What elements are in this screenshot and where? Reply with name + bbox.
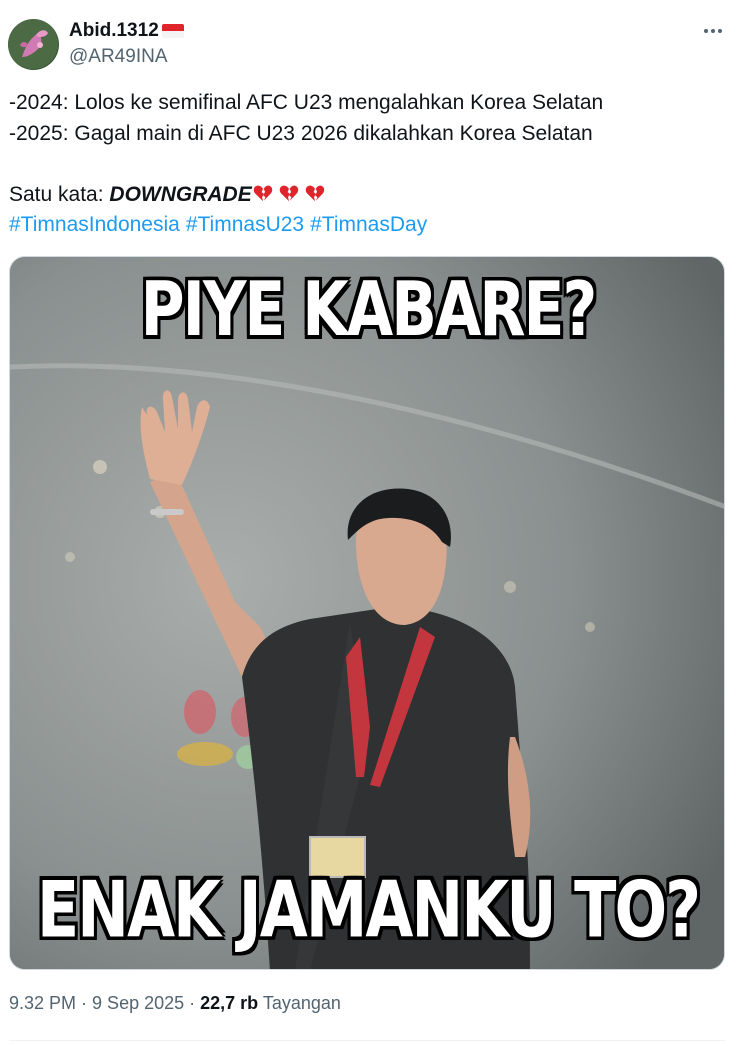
meme-caption-bottom: ENAK JAMANKU TO? xyxy=(36,863,701,956)
user-handle[interactable]: @AR49INA xyxy=(69,46,168,68)
tweet-line-2: -2025: Gagal main di AFC U23 2026 dikala… xyxy=(9,121,593,145)
tweet: Abid.1312 @AR49INA -2024: Lolos ke semif… xyxy=(0,0,750,1046)
divider xyxy=(9,1040,725,1041)
tweet-meta: 9.32 PM · 9 Sep 2025 · 22,7 rb Tayangan xyxy=(9,993,341,1014)
meta-separator: · xyxy=(184,993,201,1013)
tweet-line-1: -2024: Lolos ke semifinal AFC U23 mengal… xyxy=(9,91,604,114)
display-name[interactable]: Abid.1312 xyxy=(69,20,159,42)
views-label: Tayangan xyxy=(258,993,341,1013)
tweet-date[interactable]: 9 Sep 2025 xyxy=(92,993,184,1013)
tweet-summary-line: Satu kata: DOWNGRADE xyxy=(9,180,729,211)
broken-heart-icon xyxy=(253,185,272,201)
tweet-media-image[interactable]: PIYE KABARE? ENAK JAMANKU TO? xyxy=(9,256,725,970)
tweet-text: -2024: Lolos ke semifinal AFC U23 mengal… xyxy=(9,88,729,241)
hashtags: #TimnasIndonesia #TimnasU23 #TimnasDay xyxy=(9,210,729,241)
summary-prefix: Satu kata: xyxy=(9,182,110,206)
avatar-image xyxy=(8,19,58,69)
views-count: 22,7 rb xyxy=(200,993,259,1013)
broken-heart-icon xyxy=(279,185,298,201)
hashtag-link[interactable]: #TimnasU23 xyxy=(186,213,304,236)
indonesia-flag-icon xyxy=(161,24,184,38)
meme-caption-top: PIYE KABARE? xyxy=(140,266,598,354)
meta-separator: · xyxy=(76,993,93,1013)
broken-heart-icon xyxy=(305,185,324,201)
author-name-row[interactable]: Abid.1312 xyxy=(69,20,184,42)
avatar[interactable] xyxy=(8,19,59,70)
hashtag-link[interactable]: #TimnasDay xyxy=(310,213,427,236)
more-options-icon[interactable] xyxy=(700,20,726,42)
summary-bold-word: DOWNGRADE xyxy=(109,182,252,206)
tweet-time[interactable]: 9.32 PM xyxy=(9,993,76,1013)
hashtag-link[interactable]: #TimnasIndonesia xyxy=(9,213,180,236)
